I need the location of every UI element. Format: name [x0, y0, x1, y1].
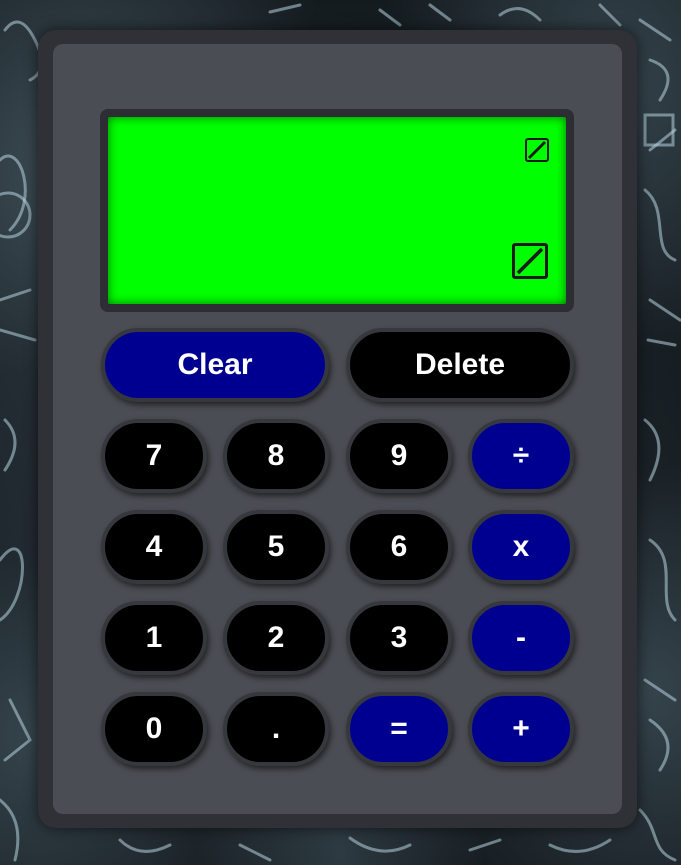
add-button[interactable]: + [468, 692, 574, 766]
key-8-button[interactable]: 8 [223, 419, 329, 493]
clear-button[interactable]: Clear [101, 328, 329, 402]
key-9-button[interactable]: 9 [346, 419, 452, 493]
delete-button[interactable]: Delete [346, 328, 574, 402]
divide-button[interactable]: ÷ [468, 419, 574, 493]
decimal-button[interactable]: . [223, 692, 329, 766]
subtract-button[interactable]: - [468, 601, 574, 675]
key-2-button[interactable]: 2 [223, 601, 329, 675]
key-7-button[interactable]: 7 [101, 419, 207, 493]
key-5-button[interactable]: 5 [223, 510, 329, 584]
display-screen [108, 117, 566, 304]
missing-glyph-icon [525, 138, 549, 162]
equals-button[interactable]: = [346, 692, 452, 766]
key-0-button[interactable]: 0 [101, 692, 207, 766]
missing-glyph-icon [512, 243, 548, 279]
multiply-button[interactable]: x [468, 510, 574, 584]
key-1-button[interactable]: 1 [101, 601, 207, 675]
key-6-button[interactable]: 6 [346, 510, 452, 584]
key-4-button[interactable]: 4 [101, 510, 207, 584]
key-3-button[interactable]: 3 [346, 601, 452, 675]
